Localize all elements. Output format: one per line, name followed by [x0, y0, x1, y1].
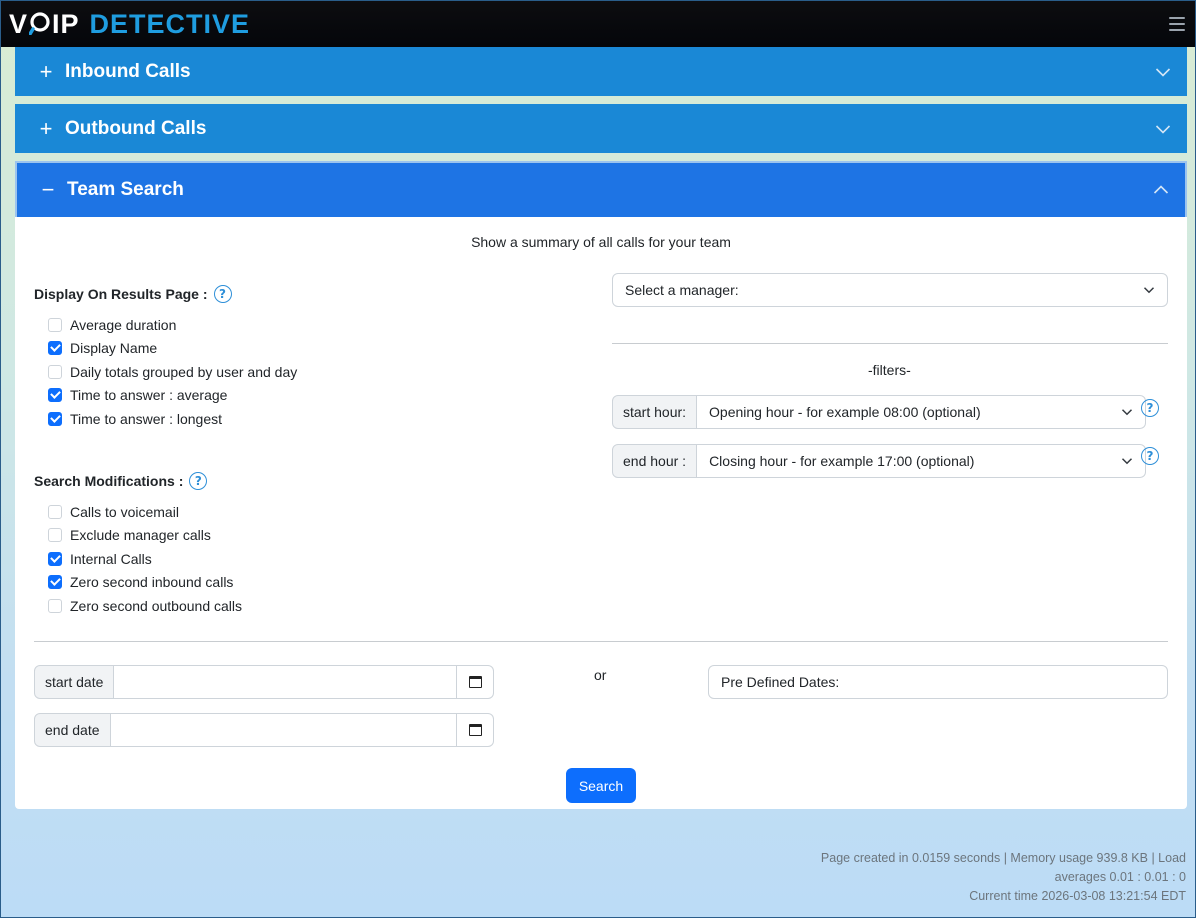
checkbox-exclude-manager[interactable]: Exclude manager calls [48, 524, 242, 548]
search-modifications-title: Search Modifications : ? [34, 472, 208, 490]
question-circle-icon[interactable]: ? [1141, 399, 1159, 417]
start-date-input[interactable] [114, 665, 457, 699]
manager-select-value: Select a manager: [625, 282, 739, 298]
divider [612, 343, 1168, 344]
accordion-inbound-label: Inbound Calls [65, 60, 191, 82]
checkbox-label: Zero second outbound calls [70, 597, 242, 614]
checkbox-tta-longest[interactable]: Time to answer : longest [48, 407, 297, 431]
start-hour-label: start hour: [612, 395, 698, 429]
chevron-down-icon [1155, 124, 1171, 134]
search-modifications-title-text: Search Modifications : [34, 473, 184, 489]
calendar-icon [468, 724, 482, 736]
start-date-calendar-button[interactable] [457, 665, 494, 699]
accordion-outbound-label: Outbound Calls [65, 117, 207, 139]
minus-icon: − [41, 177, 55, 202]
search-modifications-list: Calls to voicemail Exclude manager calls… [48, 500, 242, 618]
accordion-team-search-label: Team Search [67, 179, 184, 200]
chevron-up-icon [1153, 185, 1169, 194]
plus-icon: + [39, 58, 53, 84]
brand-letters-ip: IP [52, 8, 80, 39]
question-circle-icon[interactable]: ? [213, 285, 232, 303]
checkbox[interactable] [48, 388, 62, 403]
checkbox-label: Daily totals grouped by user and day [70, 363, 298, 380]
question-circle-icon[interactable]: ? [1141, 447, 1159, 465]
checkbox-average-duration[interactable]: Average duration [48, 313, 297, 337]
checkbox[interactable] [48, 598, 62, 613]
page-footer: Page created in 0.0159 seconds | Memory … [786, 849, 1186, 906]
brand-logo[interactable]: V IP DETECTIVE [9, 1, 250, 47]
end-hour-group: end hour : Closing hour - for example 17… [612, 444, 1146, 478]
hamburger-icon[interactable] [1169, 17, 1185, 31]
checkbox-zero-outbound[interactable]: Zero second outbound calls [48, 594, 242, 618]
checkbox-tta-average[interactable]: Time to answer : average [48, 384, 297, 408]
end-date-calendar-button[interactable] [457, 713, 494, 747]
plus-icon: + [39, 115, 53, 141]
divider [34, 641, 1168, 642]
checkbox[interactable] [48, 504, 62, 519]
display-options-title: Display On Results Page : ? [34, 285, 232, 303]
checkbox-daily-totals[interactable]: Daily totals grouped by user and day [48, 360, 297, 384]
end-date-input[interactable] [110, 713, 457, 747]
end-hour-value: Closing hour - for example 17:00 (option… [709, 453, 975, 469]
start-date-label: start date [34, 665, 115, 699]
end-date-group: end date [34, 713, 494, 747]
top-navbar: V IP DETECTIVE [1, 1, 1195, 47]
end-hour-label: end hour : [612, 444, 698, 478]
search-button[interactable]: Search [566, 768, 636, 803]
checkbox-label: Time to answer : average [70, 387, 228, 404]
chevron-down-icon [1155, 67, 1171, 77]
reports-accordion: + Inbound Calls + Outbound Calls − Team … [15, 47, 1187, 809]
display-options-title-text: Display On Results Page : [34, 286, 208, 302]
brand-detective: DETECTIVE [89, 8, 251, 39]
checkbox[interactable] [48, 551, 62, 566]
chevron-down-icon [1121, 409, 1133, 416]
checkbox[interactable] [48, 411, 62, 426]
footer-line: averages 0.01 : 0.01 : 0 [1054, 870, 1186, 884]
predefined-dates-select[interactable]: Pre Defined Dates: [708, 665, 1168, 699]
footer-line: Page created in 0.0159 seconds | Memory … [820, 851, 1186, 865]
checkbox-label: Average duration [70, 316, 177, 333]
start-hour-value: Opening hour - for example 08:00 (option… [709, 404, 981, 420]
checkbox[interactable] [48, 528, 62, 543]
start-hour-group: start hour: Opening hour - for example 0… [612, 395, 1146, 429]
checkbox-label: Exclude manager calls [70, 527, 211, 544]
magnifier-o-icon [28, 11, 50, 36]
calendar-icon [468, 676, 482, 688]
accordion-team-search[interactable]: − Team Search [15, 161, 1187, 217]
checkbox-zero-inbound[interactable]: Zero second inbound calls [48, 571, 242, 595]
display-options-list: Average duration Display Name Daily tota… [48, 313, 297, 431]
checkbox-label: Time to answer : longest [70, 410, 222, 427]
checkbox[interactable] [48, 575, 62, 590]
checkbox-label: Internal Calls [70, 550, 152, 567]
checkbox-label: Display Name [70, 340, 158, 357]
team-search-intro: Show a summary of all calls for your tea… [471, 234, 731, 250]
team-search-panel: Show a summary of all calls for your tea… [15, 217, 1187, 809]
or-label: or [594, 667, 607, 683]
brand-voip: V IP [9, 9, 80, 40]
checkbox[interactable] [48, 364, 62, 379]
accordion-outbound-calls[interactable]: + Outbound Calls [15, 104, 1187, 153]
checkbox[interactable] [48, 341, 62, 356]
accordion-inbound-calls[interactable]: + Inbound Calls [15, 47, 1187, 96]
chevron-down-icon [1143, 287, 1155, 294]
checkbox-internal-calls[interactable]: Internal Calls [48, 547, 242, 571]
brand-letter-v: V [9, 8, 29, 39]
end-date-label: end date [34, 713, 111, 747]
checkbox-display-name[interactable]: Display Name [48, 337, 297, 361]
footer-line: Current time 2026-03-08 13:21:54 EDT [969, 889, 1186, 903]
predefined-dates-value: Pre Defined Dates: [721, 674, 840, 690]
checkbox-calls-to-voicemail[interactable]: Calls to voicemail [48, 500, 242, 524]
start-date-group: start date [34, 665, 494, 699]
checkbox[interactable] [48, 317, 62, 332]
end-hour-select[interactable]: Closing hour - for example 17:00 (option… [697, 444, 1146, 478]
checkbox-label: Zero second inbound calls [70, 574, 234, 591]
start-hour-select[interactable]: Opening hour - for example 08:00 (option… [697, 395, 1146, 429]
checkbox-label: Calls to voicemail [70, 503, 179, 520]
manager-select[interactable]: Select a manager: [612, 273, 1168, 307]
chevron-down-icon [1121, 458, 1133, 465]
question-circle-icon[interactable]: ? [189, 472, 208, 490]
filters-label: -filters- [868, 362, 911, 378]
